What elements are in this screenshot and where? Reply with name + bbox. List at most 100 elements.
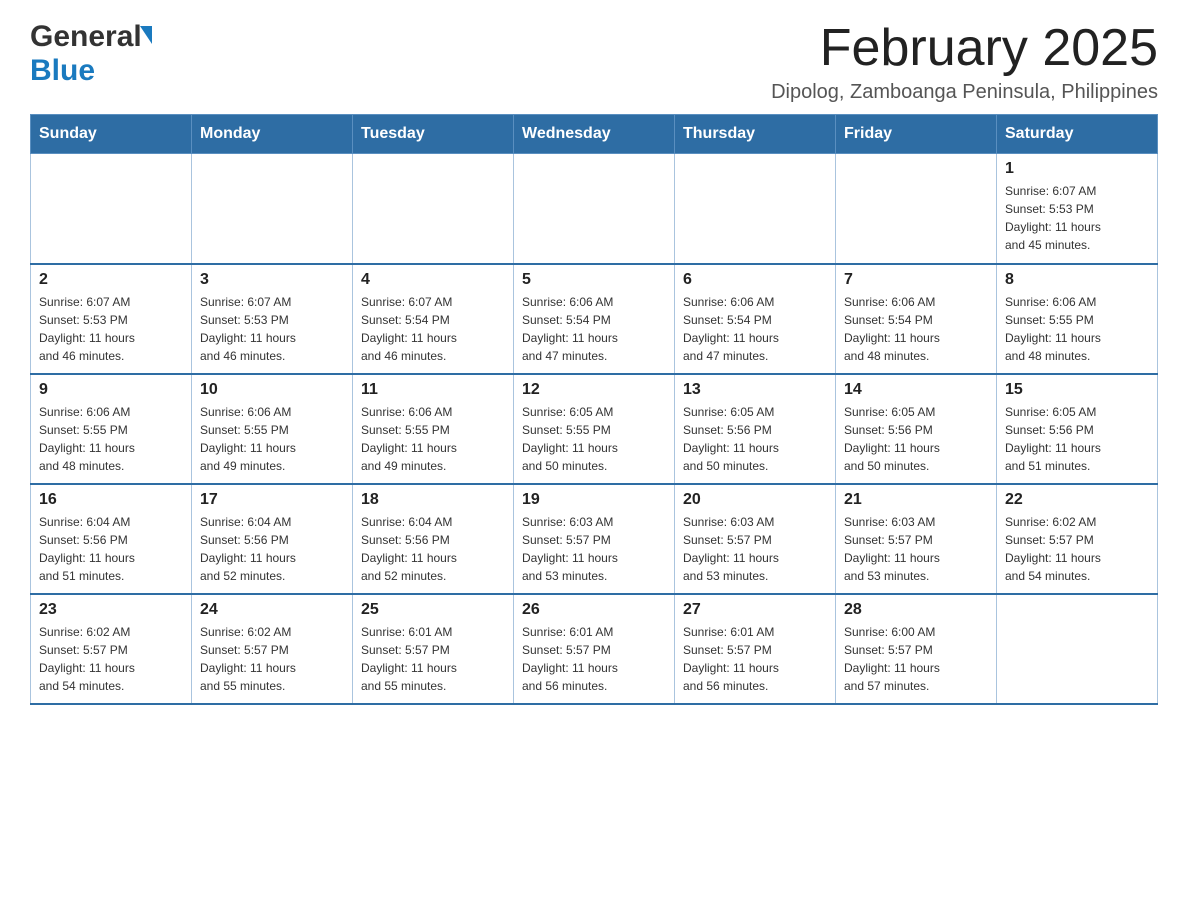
day-info: Sunrise: 6:02 AM Sunset: 5:57 PM Dayligh… bbox=[200, 623, 344, 695]
calendar-cell: 28 Sunrise: 6:00 AM Sunset: 5:57 PM Dayli… bbox=[836, 594, 997, 704]
logo-general-text: General bbox=[30, 20, 142, 54]
day-info: Sunrise: 6:02 AM Sunset: 5:57 PM Dayligh… bbox=[1005, 513, 1149, 585]
day-number: 5 bbox=[522, 271, 666, 289]
day-info: Sunrise: 6:04 AM Sunset: 5:56 PM Dayligh… bbox=[200, 513, 344, 585]
calendar-header-row: SundayMondayTuesdayWednesdayThursdayFrid… bbox=[31, 115, 1158, 154]
calendar-cell: 5 Sunrise: 6:06 AM Sunset: 5:54 PM Daylig… bbox=[514, 264, 675, 374]
title-block: February 2025 Dipolog, Zamboanga Peninsu… bbox=[771, 20, 1158, 104]
day-info: Sunrise: 6:07 AM Sunset: 5:53 PM Dayligh… bbox=[1005, 182, 1149, 254]
calendar-cell: 7Sunrise: 6:06 AM Sunset: 5:54 PM Daylig… bbox=[836, 264, 997, 374]
day-number: 27 bbox=[683, 601, 827, 619]
calendar-header-wednesday: Wednesday bbox=[514, 115, 675, 154]
day-info: Sunrise: 6:04 AM Sunset: 5:56 PM Dayligh… bbox=[39, 513, 183, 585]
calendar-cell: 9 Sunrise: 6:06 AM Sunset: 5:55 PM Daylig… bbox=[31, 374, 192, 484]
calendar-cell: 27 Sunrise: 6:01 AM Sunset: 5:57 PM Dayli… bbox=[675, 594, 836, 704]
calendar-header-sunday: Sunday bbox=[31, 115, 192, 154]
calendar-cell: 15 Sunrise: 6:05 AM Sunset: 5:56 PM Dayli… bbox=[997, 374, 1158, 484]
calendar-cell: 6 Sunrise: 6:06 AM Sunset: 5:54 PM Daylig… bbox=[675, 264, 836, 374]
day-info: Sunrise: 6:06 AM Sunset: 5:54 PM Dayligh… bbox=[522, 293, 666, 365]
day-info: Sunrise: 6:05 AM Sunset: 5:56 PM Dayligh… bbox=[683, 403, 827, 475]
calendar-cell: 3 Sunrise: 6:07 AM Sunset: 5:53 PM Daylig… bbox=[192, 264, 353, 374]
day-number: 6 bbox=[683, 271, 827, 289]
day-number: 3 bbox=[200, 271, 344, 289]
calendar-cell: 12Sunrise: 6:05 AM Sunset: 5:55 PM Dayli… bbox=[514, 374, 675, 484]
day-number: 9 bbox=[39, 381, 183, 399]
day-info: Sunrise: 6:06 AM Sunset: 5:55 PM Dayligh… bbox=[1005, 293, 1149, 365]
calendar-cell: 2 Sunrise: 6:07 AM Sunset: 5:53 PM Daylig… bbox=[31, 264, 192, 374]
day-number: 24 bbox=[200, 601, 344, 619]
calendar-week-row: 1 Sunrise: 6:07 AM Sunset: 5:53 PM Daylig… bbox=[31, 154, 1158, 264]
day-info: Sunrise: 6:01 AM Sunset: 5:57 PM Dayligh… bbox=[522, 623, 666, 695]
day-number: 10 bbox=[200, 381, 344, 399]
day-info: Sunrise: 6:01 AM Sunset: 5:57 PM Dayligh… bbox=[683, 623, 827, 695]
calendar-cell bbox=[31, 154, 192, 264]
day-number: 20 bbox=[683, 491, 827, 509]
logo-arrow-icon bbox=[140, 26, 152, 44]
calendar-cell bbox=[192, 154, 353, 264]
day-info: Sunrise: 6:06 AM Sunset: 5:55 PM Dayligh… bbox=[200, 403, 344, 475]
calendar-cell bbox=[675, 154, 836, 264]
calendar-cell: 23 Sunrise: 6:02 AM Sunset: 5:57 PM Dayli… bbox=[31, 594, 192, 704]
calendar-header-saturday: Saturday bbox=[997, 115, 1158, 154]
day-number: 22 bbox=[1005, 491, 1149, 509]
calendar-cell: 1 Sunrise: 6:07 AM Sunset: 5:53 PM Daylig… bbox=[997, 154, 1158, 264]
day-number: 26 bbox=[522, 601, 666, 619]
day-number: 14 bbox=[844, 381, 988, 399]
calendar-cell: 14 Sunrise: 6:05 AM Sunset: 5:56 PM Dayli… bbox=[836, 374, 997, 484]
calendar-cell: 8 Sunrise: 6:06 AM Sunset: 5:55 PM Daylig… bbox=[997, 264, 1158, 374]
calendar-header-tuesday: Tuesday bbox=[353, 115, 514, 154]
day-info: Sunrise: 6:01 AM Sunset: 5:57 PM Dayligh… bbox=[361, 623, 505, 695]
day-number: 8 bbox=[1005, 271, 1149, 289]
calendar-cell: 4Sunrise: 6:07 AM Sunset: 5:54 PM Daylig… bbox=[353, 264, 514, 374]
day-info: Sunrise: 6:07 AM Sunset: 5:53 PM Dayligh… bbox=[200, 293, 344, 365]
day-number: 7 bbox=[844, 271, 988, 289]
calendar-cell: 13Sunrise: 6:05 AM Sunset: 5:56 PM Dayli… bbox=[675, 374, 836, 484]
subtitle: Dipolog, Zamboanga Peninsula, Philippine… bbox=[771, 81, 1158, 104]
day-number: 15 bbox=[1005, 381, 1149, 399]
calendar-cell bbox=[353, 154, 514, 264]
calendar-cell: 24 Sunrise: 6:02 AM Sunset: 5:57 PM Dayli… bbox=[192, 594, 353, 704]
day-number: 1 bbox=[1005, 160, 1149, 178]
day-info: Sunrise: 6:06 AM Sunset: 5:55 PM Dayligh… bbox=[361, 403, 505, 475]
calendar-cell: 19 Sunrise: 6:03 AM Sunset: 5:57 PM Dayli… bbox=[514, 484, 675, 594]
calendar-cell: 17 Sunrise: 6:04 AM Sunset: 5:56 PM Dayli… bbox=[192, 484, 353, 594]
day-info: Sunrise: 6:05 AM Sunset: 5:55 PM Dayligh… bbox=[522, 403, 666, 475]
calendar-header-monday: Monday bbox=[192, 115, 353, 154]
calendar-header-thursday: Thursday bbox=[675, 115, 836, 154]
day-number: 17 bbox=[200, 491, 344, 509]
day-info: Sunrise: 6:02 AM Sunset: 5:57 PM Dayligh… bbox=[39, 623, 183, 695]
calendar-cell: 18 Sunrise: 6:04 AM Sunset: 5:56 PM Dayli… bbox=[353, 484, 514, 594]
day-info: Sunrise: 6:06 AM Sunset: 5:55 PM Dayligh… bbox=[39, 403, 183, 475]
calendar-cell: 26 Sunrise: 6:01 AM Sunset: 5:57 PM Dayli… bbox=[514, 594, 675, 704]
day-number: 11 bbox=[361, 381, 505, 399]
main-title: February 2025 bbox=[771, 20, 1158, 77]
calendar-week-row: 16 Sunrise: 6:04 AM Sunset: 5:56 PM Dayli… bbox=[31, 484, 1158, 594]
day-info: Sunrise: 6:05 AM Sunset: 5:56 PM Dayligh… bbox=[1005, 403, 1149, 475]
calendar-week-row: 2 Sunrise: 6:07 AM Sunset: 5:53 PM Daylig… bbox=[31, 264, 1158, 374]
calendar-header-friday: Friday bbox=[836, 115, 997, 154]
calendar-cell: 21Sunrise: 6:03 AM Sunset: 5:57 PM Dayli… bbox=[836, 484, 997, 594]
day-number: 23 bbox=[39, 601, 183, 619]
calendar-week-row: 9 Sunrise: 6:06 AM Sunset: 5:55 PM Daylig… bbox=[31, 374, 1158, 484]
day-info: Sunrise: 6:05 AM Sunset: 5:56 PM Dayligh… bbox=[844, 403, 988, 475]
calendar-cell: 16 Sunrise: 6:04 AM Sunset: 5:56 PM Dayli… bbox=[31, 484, 192, 594]
calendar-cell: 20Sunrise: 6:03 AM Sunset: 5:57 PM Dayli… bbox=[675, 484, 836, 594]
calendar-week-row: 23 Sunrise: 6:02 AM Sunset: 5:57 PM Dayli… bbox=[31, 594, 1158, 704]
calendar-table: SundayMondayTuesdayWednesdayThursdayFrid… bbox=[30, 114, 1158, 705]
day-info: Sunrise: 6:04 AM Sunset: 5:56 PM Dayligh… bbox=[361, 513, 505, 585]
day-number: 19 bbox=[522, 491, 666, 509]
page-header: General Blue February 2025 Dipolog, Zamb… bbox=[30, 20, 1158, 104]
day-info: Sunrise: 6:00 AM Sunset: 5:57 PM Dayligh… bbox=[844, 623, 988, 695]
day-number: 4 bbox=[361, 271, 505, 289]
day-number: 28 bbox=[844, 601, 988, 619]
calendar-cell: 22 Sunrise: 6:02 AM Sunset: 5:57 PM Dayli… bbox=[997, 484, 1158, 594]
day-info: Sunrise: 6:03 AM Sunset: 5:57 PM Dayligh… bbox=[844, 513, 988, 585]
day-number: 18 bbox=[361, 491, 505, 509]
day-info: Sunrise: 6:07 AM Sunset: 5:53 PM Dayligh… bbox=[39, 293, 183, 365]
day-info: Sunrise: 6:06 AM Sunset: 5:54 PM Dayligh… bbox=[683, 293, 827, 365]
day-info: Sunrise: 6:03 AM Sunset: 5:57 PM Dayligh… bbox=[522, 513, 666, 585]
day-number: 2 bbox=[39, 271, 183, 289]
day-number: 16 bbox=[39, 491, 183, 509]
logo: General Blue bbox=[30, 20, 152, 88]
logo-blue-text: Blue bbox=[30, 54, 95, 87]
